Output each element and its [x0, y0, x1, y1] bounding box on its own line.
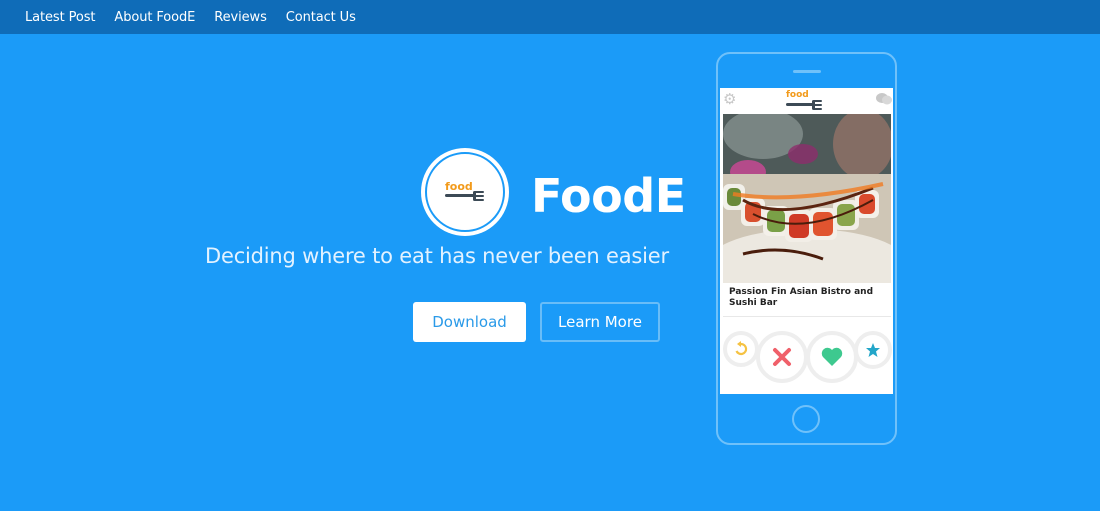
undo-button[interactable]	[723, 331, 759, 367]
app-fork-icon	[786, 100, 826, 110]
phone-home-button	[792, 405, 820, 433]
nav-contact-us[interactable]: Contact Us	[286, 10, 356, 25]
phone-speaker	[793, 70, 821, 73]
chat-icon[interactable]	[876, 92, 892, 108]
learn-more-button[interactable]: Learn More	[540, 302, 660, 342]
nav-latest-post[interactable]: Latest Post	[25, 10, 96, 25]
app-logo-text: food	[786, 90, 809, 100]
gear-icon[interactable]: ⚙	[723, 92, 737, 107]
fork-icon	[445, 191, 485, 201]
nav-about-foode[interactable]: About FoodE	[114, 10, 195, 25]
hero-logo: food	[421, 148, 509, 236]
heart-icon	[821, 347, 843, 366]
app-header: ⚙ food	[720, 88, 893, 112]
undo-icon	[735, 341, 748, 356]
phone-screen: ⚙ food Passion Fin Asian Bistro and Sush…	[720, 88, 893, 394]
restaurant-photo	[723, 114, 891, 283]
close-icon	[773, 348, 791, 366]
dislike-button[interactable]	[756, 331, 808, 383]
nav-reviews[interactable]: Reviews	[214, 10, 267, 25]
brand-title: FoodE	[531, 169, 686, 223]
like-button[interactable]	[806, 331, 858, 383]
star-icon	[866, 343, 880, 357]
hero-tagline: Deciding where to eat has never been eas…	[205, 244, 669, 268]
favorite-button[interactable]	[854, 331, 892, 369]
phone-mockup: ⚙ food Passion Fin Asian Bistro and Sush…	[716, 52, 897, 445]
download-button[interactable]: Download	[413, 302, 526, 342]
top-navigation: Latest Post About FoodE Reviews Contact …	[0, 0, 1100, 34]
restaurant-name: Passion Fin Asian Bistro and Sushi Bar	[723, 283, 891, 317]
